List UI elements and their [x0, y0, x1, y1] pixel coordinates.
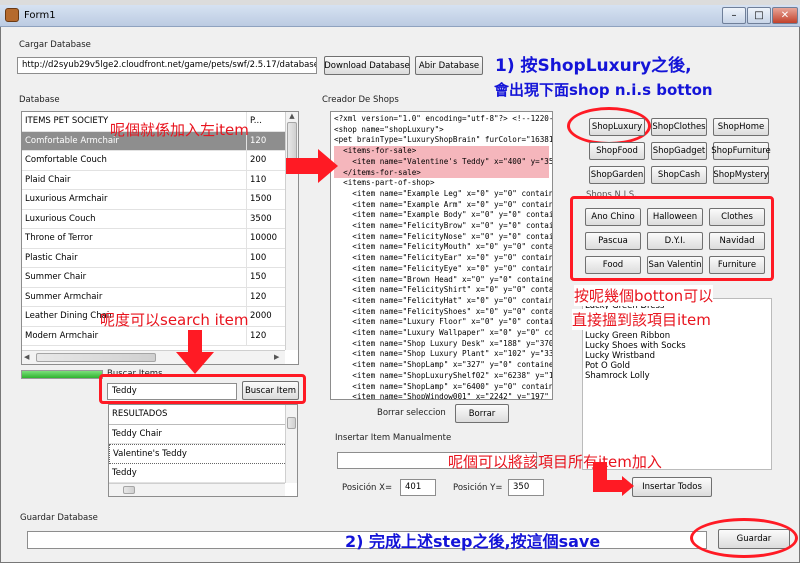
nis-button-pascua[interactable]: Pascua — [585, 232, 641, 250]
shop-button-shopgadget[interactable]: ShopGadget — [651, 142, 707, 160]
nis-button-san-valentin[interactable]: San Valentin — [647, 256, 703, 274]
nis-button-navidad[interactable]: Navidad — [709, 232, 765, 250]
nis-button-food[interactable]: Food — [585, 256, 641, 274]
shop-button-shopcash[interactable]: ShopCash — [651, 166, 707, 184]
nis-button-d-y-i-[interactable]: D.Y.I. — [647, 232, 703, 250]
nis-button-ano-chino[interactable]: Ano Chino — [585, 208, 641, 226]
annotation-arrows — [176, 149, 634, 496]
shop-button-shopclothes[interactable]: ShopClothes — [651, 118, 707, 136]
shop-button-shopgarden[interactable]: ShopGarden — [589, 166, 645, 184]
arrow-to-search — [176, 330, 214, 374]
arrow-to-xml — [286, 149, 338, 183]
nis-button-halloween[interactable]: Halloween — [647, 208, 703, 226]
shop-button-shopfood[interactable]: ShopFood — [589, 142, 645, 160]
shop-button-shophome[interactable]: ShopHome — [713, 118, 769, 136]
arrow-to-insert-all — [593, 462, 634, 496]
shop-button-shopfurniture[interactable]: ShopFurniture — [711, 142, 771, 160]
nis-button-clothes[interactable]: Clothes — [709, 208, 765, 226]
shop-button-shopmystery[interactable]: ShopMystery — [713, 166, 769, 184]
shop-button-shopluxury[interactable]: ShopLuxury — [589, 118, 645, 136]
nis-button-furniture[interactable]: Furniture — [709, 256, 765, 274]
